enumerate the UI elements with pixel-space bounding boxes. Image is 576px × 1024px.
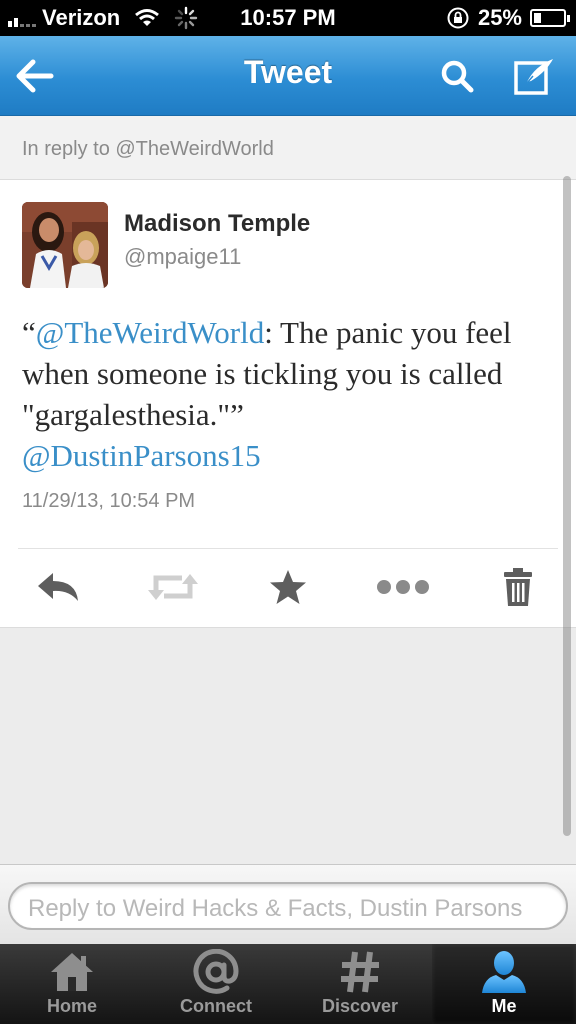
tab-me[interactable]: Me bbox=[432, 944, 576, 1024]
scrollbar[interactable] bbox=[563, 176, 571, 836]
rotation-lock-icon bbox=[447, 7, 469, 29]
tab-label: Discover bbox=[321, 996, 399, 1016]
nav-bar: Tweet bbox=[0, 36, 576, 116]
battery-percent: 25% bbox=[477, 5, 522, 30]
favorite-button[interactable] bbox=[258, 565, 318, 609]
search-button[interactable] bbox=[432, 52, 482, 100]
divider bbox=[18, 548, 558, 549]
user-name[interactable]: Madison Temple bbox=[124, 210, 310, 238]
battery-fill bbox=[534, 13, 541, 23]
home-icon bbox=[51, 953, 93, 991]
trash-icon bbox=[504, 568, 532, 606]
tweet-text: “@TheWeirdWorld: The panic you feel when… bbox=[22, 312, 552, 476]
tab-bar: Home Connect Discover Me bbox=[0, 944, 576, 1024]
retweet-button[interactable] bbox=[143, 565, 203, 609]
mention-link[interactable]: @DustinParsons15 bbox=[22, 438, 261, 473]
reply-bar: Reply to Weird Hacks & Facts, Dustin Par… bbox=[0, 864, 576, 944]
avatar-photo bbox=[22, 202, 108, 288]
user-handle: @mpaige11 bbox=[124, 244, 242, 269]
delete-button[interactable] bbox=[488, 565, 548, 609]
reply-context-header: In reply to @TheWeirdWorld bbox=[0, 116, 576, 180]
mention-link[interactable]: @TheWeirdWorld bbox=[36, 315, 264, 350]
page-title: Tweet bbox=[243, 54, 333, 90]
status-bar: Verizon 10:57 PM 25% bbox=[0, 0, 576, 36]
hashtag-icon bbox=[341, 951, 379, 993]
tab-label: Me bbox=[491, 996, 517, 1016]
reply-context-label: In reply to @TheWeirdWorld bbox=[22, 138, 274, 160]
reply-icon bbox=[38, 573, 78, 601]
tweet-timestamp: 11/29/13, 10:54 PM bbox=[22, 490, 196, 512]
compose-icon bbox=[514, 59, 553, 95]
star-icon bbox=[270, 570, 306, 604]
battery-icon bbox=[530, 9, 570, 27]
reply-placeholder: Reply to Weird Hacks & Facts, Dustin Par… bbox=[28, 895, 523, 922]
avatar[interactable] bbox=[22, 202, 108, 288]
compose-button[interactable] bbox=[510, 52, 560, 100]
more-icon bbox=[377, 580, 429, 594]
at-icon bbox=[193, 949, 239, 994]
reply-button[interactable] bbox=[28, 565, 88, 609]
tab-connect[interactable]: Connect bbox=[144, 944, 288, 1024]
retweet-icon bbox=[148, 574, 198, 600]
status-right: 25% bbox=[446, 5, 570, 31]
more-button[interactable] bbox=[373, 565, 433, 609]
tweet-card: Madison Temple @mpaige11 “@TheWeirdWorld… bbox=[0, 180, 576, 628]
tab-label: Connect bbox=[180, 996, 252, 1016]
tab-discover[interactable]: Discover bbox=[288, 944, 432, 1024]
reply-input[interactable]: Reply to Weird Hacks & Facts, Dustin Par… bbox=[8, 882, 568, 930]
open-quote: “ bbox=[22, 315, 36, 350]
search-icon bbox=[441, 60, 474, 93]
person-icon bbox=[482, 951, 526, 993]
tab-home[interactable]: Home bbox=[0, 944, 144, 1024]
tab-label: Home bbox=[46, 996, 97, 1016]
